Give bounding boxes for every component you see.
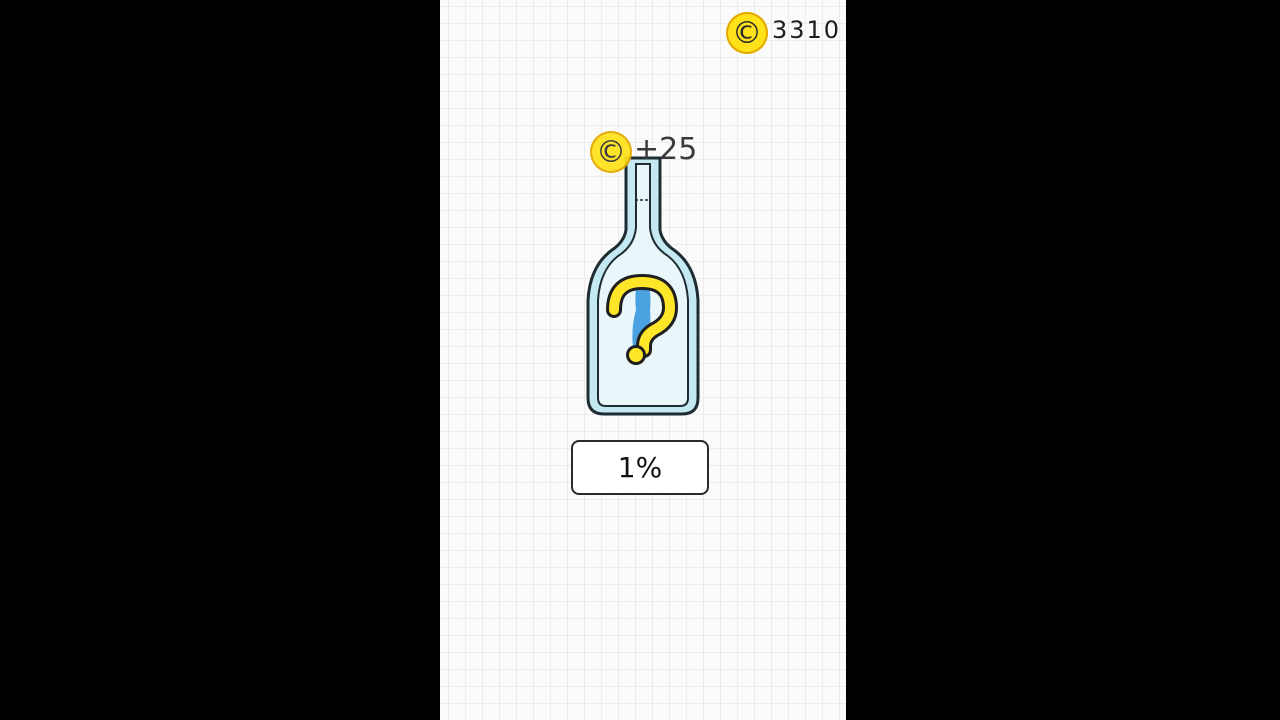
- coin-total: 3310: [772, 16, 842, 44]
- game-screen: 3310 +25 1%: [440, 0, 846, 720]
- reward-coin-icon: [590, 131, 632, 173]
- bottle[interactable]: [578, 150, 708, 420]
- reward-amount: +25: [634, 132, 698, 167]
- progress-label: 1%: [617, 451, 663, 484]
- progress-percent: 1%: [571, 440, 709, 495]
- coin-icon: [726, 12, 768, 54]
